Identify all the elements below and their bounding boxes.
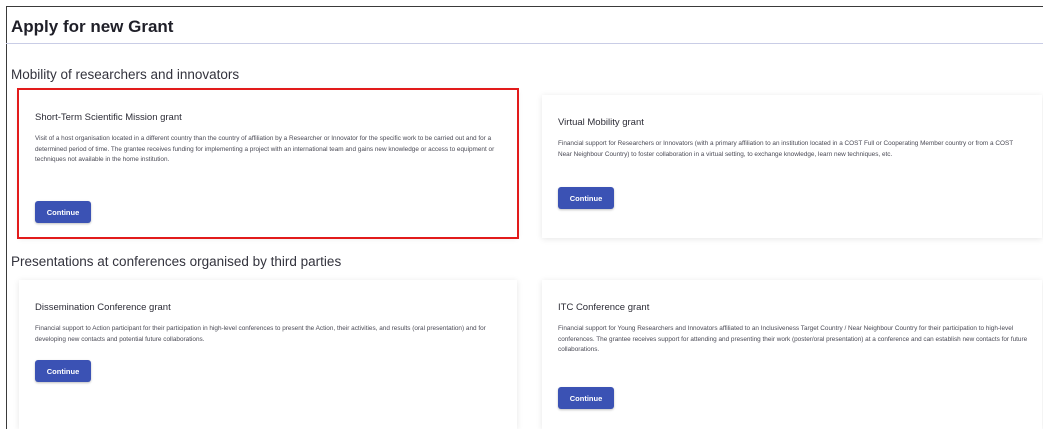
grant-card-itc-conference: ITC Conference grant Financial support f… [542, 280, 1042, 429]
card-description: Visit of a host organisation located in … [35, 135, 495, 163]
section-title-mobility: Mobility of researchers and innovators [11, 67, 240, 82]
card-title: ITC Conference grant [558, 302, 650, 313]
card-title: Short-Term Scientific Mission grant [35, 112, 182, 123]
continue-button-dissemination-conference[interactable]: Continue [35, 360, 91, 382]
continue-button-virtual-mobility[interactable]: Continue [558, 187, 614, 209]
grant-card-stsm: Short-Term Scientific Mission grant Visi… [19, 90, 517, 237]
continue-button-itc-conference[interactable]: Continue [558, 387, 614, 409]
page-title: Apply for new Grant [11, 17, 174, 36]
card-description: Financial support for Young Researchers … [558, 325, 1028, 353]
card-description: Financial support for Researchers or Inn… [558, 140, 1013, 158]
section-title-conferences: Presentations at conferences organised b… [11, 254, 342, 269]
title-divider [6, 43, 1043, 44]
card-title: Virtual Mobility grant [558, 117, 644, 128]
grant-card-dissemination-conference: Dissemination Conference grant Financial… [19, 280, 517, 429]
card-title: Dissemination Conference grant [35, 302, 171, 313]
continue-button-stsm[interactable]: Continue [35, 201, 91, 223]
grant-card-virtual-mobility: Virtual Mobility grant Financial support… [542, 95, 1042, 238]
card-description: Financial support to Action participant … [35, 325, 486, 343]
